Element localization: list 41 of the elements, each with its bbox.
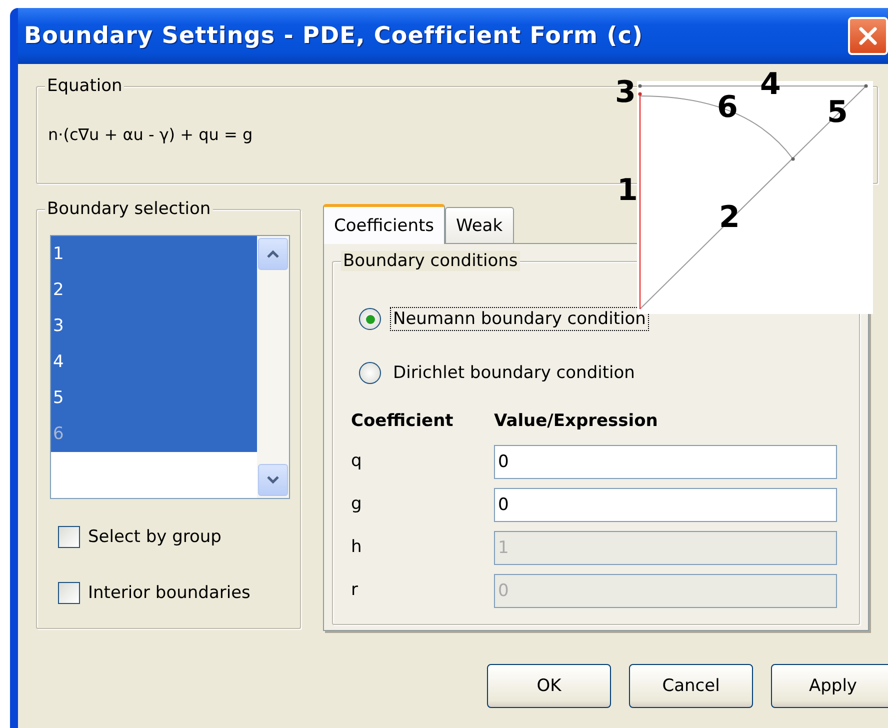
column-header: Value/Expression bbox=[494, 410, 659, 433]
radio-button[interactable] bbox=[359, 308, 381, 330]
column-header: Coefficient bbox=[351, 410, 454, 433]
scroll-down-button[interactable] bbox=[258, 464, 288, 496]
tab[interactable]: Coefficients bbox=[323, 204, 445, 244]
radio-button[interactable] bbox=[359, 362, 381, 384]
checkbox-label[interactable]: Interior boundaries bbox=[88, 582, 250, 602]
list-item[interactable]: 5 bbox=[51, 380, 257, 416]
list-item[interactable]: 1 bbox=[51, 236, 257, 272]
boundary-number: 2 bbox=[719, 203, 740, 233]
coefficient-name: q bbox=[351, 450, 363, 473]
boundary-number: 3 bbox=[615, 78, 636, 108]
scroll-up-button[interactable] bbox=[258, 238, 288, 270]
window-title: Boundary Settings - PDE, Coefficient Form (c) bbox=[24, 23, 644, 49]
group-label: Boundary conditions bbox=[341, 251, 520, 271]
value-field[interactable]: 0 bbox=[494, 488, 837, 522]
equation-text: n·(c∇u + αu - γ) + qu = g bbox=[48, 125, 253, 144]
boundary-number: 1 bbox=[617, 176, 638, 206]
checkbox[interactable] bbox=[58, 582, 80, 604]
scroll-bar[interactable] bbox=[257, 236, 289, 498]
tab[interactable]: Weak bbox=[445, 207, 514, 243]
dialog-button[interactable]: Apply bbox=[771, 664, 888, 708]
group-label: Equation bbox=[45, 76, 124, 96]
list-item[interactable]: 2 bbox=[51, 272, 257, 308]
list-item[interactable]: 4 bbox=[51, 344, 257, 380]
boundary-number: 5 bbox=[827, 98, 848, 128]
coefficient-name: r bbox=[351, 579, 359, 602]
close-button[interactable] bbox=[848, 17, 888, 55]
close-icon bbox=[858, 26, 878, 46]
boundary-number: 6 bbox=[717, 93, 738, 123]
boundary-number: 4 bbox=[760, 70, 781, 100]
dialog-button[interactable]: OK bbox=[487, 664, 611, 708]
checkbox[interactable] bbox=[58, 526, 80, 548]
dialog-button[interactable]: Cancel bbox=[629, 664, 753, 708]
coefficient-name: h bbox=[351, 536, 363, 559]
radio-label[interactable]: Dirichlet boundary condition bbox=[390, 361, 638, 385]
coefficient-name: g bbox=[351, 493, 363, 516]
checkbox-label[interactable]: Select by group bbox=[88, 526, 222, 546]
value-field[interactable]: 0 bbox=[494, 444, 837, 478]
list-item[interactable]: 3 bbox=[51, 308, 257, 344]
group-label: Boundary selection bbox=[45, 199, 213, 219]
